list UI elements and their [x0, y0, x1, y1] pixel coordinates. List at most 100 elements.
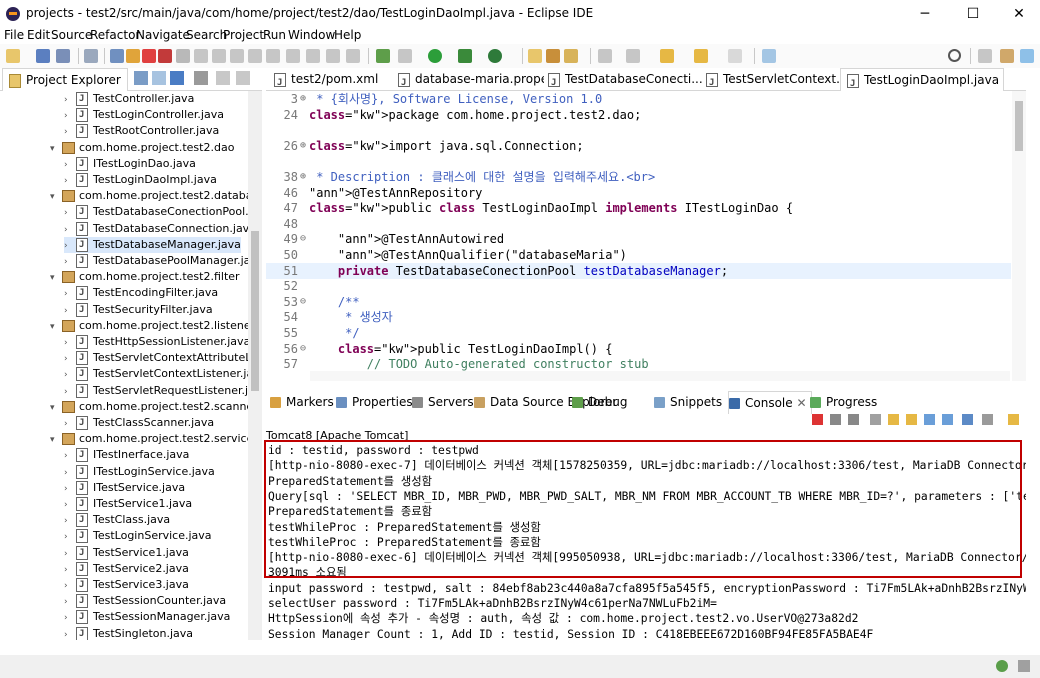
code-line[interactable]: 24 class="kw">package com.home.project.te… — [266, 107, 1011, 123]
menu-project[interactable]: Project — [223, 28, 264, 42]
expand-icon[interactable]: ▾ — [50, 319, 58, 335]
next-annotation-icon[interactable] — [598, 49, 612, 63]
tab-properties[interactable]: Properties — [336, 391, 413, 413]
new-window-icon[interactable] — [762, 49, 776, 63]
view-menu-icon[interactable] — [194, 71, 208, 85]
back-icon[interactable] — [694, 49, 708, 63]
pin-console-icon[interactable] — [962, 414, 973, 425]
expand-icon[interactable]: ▾ — [50, 141, 58, 157]
toggle-mark-icon[interactable] — [326, 49, 340, 63]
menu-help[interactable]: Help — [334, 28, 361, 42]
code-line[interactable]: 47 class="kw">public class TestLoginDaoIm… — [266, 200, 1011, 216]
skip-all-icon[interactable] — [398, 49, 412, 63]
minimize-view-icon[interactable] — [216, 71, 230, 85]
expand-icon[interactable]: ▾ — [50, 400, 58, 416]
tree-file[interactable]: › TestServletContextAttributeListe — [64, 350, 262, 366]
suspend-icon[interactable] — [142, 49, 156, 63]
fold-icon[interactable]: ⊖ — [300, 341, 306, 357]
expand-icon[interactable]: › — [64, 108, 72, 124]
skip-breakpoints-icon[interactable] — [110, 49, 124, 63]
open-resource-icon[interactable] — [546, 49, 560, 63]
forward-icon[interactable] — [728, 49, 742, 63]
status-icon[interactable] — [996, 660, 1008, 672]
tree-file[interactable]: › ITestService1.java — [64, 496, 192, 512]
show-console-stdout-icon[interactable] — [924, 414, 935, 425]
expand-icon[interactable]: › — [64, 384, 72, 400]
step-over-icon[interactable] — [212, 49, 226, 63]
clear-console-icon[interactable] — [870, 414, 881, 425]
code-line[interactable]: 38 ⊕ * Description : 클래스에 대한 설명을 입력해주세요.<… — [266, 169, 1011, 185]
expand-icon[interactable]: › — [64, 627, 72, 640]
code-line[interactable]: 55 */ — [266, 325, 1011, 341]
expand-icon[interactable]: › — [64, 351, 72, 367]
code-line[interactable]: 54 * 생성자 — [266, 309, 1011, 325]
editor-tab[interactable]: TestServletContext... — [700, 68, 844, 90]
tree-file[interactable]: › TestHttpSessionListener.java — [64, 334, 250, 350]
expand-icon[interactable]: › — [64, 238, 72, 254]
expand-icon[interactable]: › — [64, 124, 72, 140]
tree-file[interactable]: › TestClassScanner.java — [64, 415, 214, 431]
menu-window[interactable]: Window — [288, 28, 335, 42]
tree-package[interactable]: ▾ com.home.project.test2.service — [50, 431, 253, 447]
last-edit-icon[interactable] — [660, 49, 674, 63]
code-line[interactable]: 52 — [266, 278, 1011, 294]
show-console-stderr-icon[interactable] — [942, 414, 953, 425]
remove-launch-icon[interactable] — [830, 414, 841, 425]
expand-icon[interactable]: › — [64, 173, 72, 189]
show-whitespace-icon[interactable] — [346, 49, 360, 63]
tree-file[interactable]: › TestService3.java — [64, 577, 189, 593]
fold-icon[interactable]: ⊕ — [300, 169, 306, 185]
tab-project-explorer[interactable]: Project Explorer ✕ — [2, 68, 128, 91]
fold-icon[interactable]: ⊖ — [300, 294, 306, 310]
tree-file[interactable]: › TestController.java — [64, 91, 194, 107]
coverage-icon[interactable] — [458, 49, 472, 63]
expand-icon[interactable]: › — [64, 92, 72, 108]
use-step-filters-icon[interactable] — [266, 49, 280, 63]
previous-annotation-icon[interactable] — [626, 49, 640, 63]
minimize-button[interactable]: ─ — [902, 0, 948, 28]
tree-file[interactable]: › TestRootController.java — [64, 123, 219, 139]
display-console-icon[interactable] — [982, 414, 993, 425]
open-console-icon[interactable] — [1008, 414, 1019, 425]
expand-icon[interactable]: › — [64, 481, 72, 497]
tab-console[interactable]: Console ✕ — [728, 391, 812, 414]
tree-file[interactable]: › TestService2.java — [64, 561, 189, 577]
collapse-all-icon[interactable] — [134, 71, 148, 85]
menu-refactor[interactable]: Refactor — [90, 28, 140, 42]
tree-file[interactable]: › TestService1.java — [64, 545, 189, 561]
expand-icon[interactable]: › — [64, 497, 72, 513]
tree-file[interactable]: › TestSessionManager.java — [64, 609, 230, 625]
tree-file[interactable]: › TestDatabaseConectionPool.java — [64, 204, 262, 220]
fold-icon[interactable]: ⊕ — [300, 138, 306, 154]
tree-file[interactable]: › TestSecurityFilter.java — [64, 302, 213, 318]
tab-markers[interactable]: Markers — [270, 391, 334, 413]
tree-package[interactable]: ▾ com.home.project.test2.filter — [50, 269, 240, 285]
expand-icon[interactable]: › — [64, 448, 72, 464]
tree-file[interactable]: › ITestService.java — [64, 480, 185, 496]
save-all-icon[interactable] — [56, 49, 70, 63]
tree-file[interactable]: › TestServletContextListener.java — [64, 366, 262, 382]
step-into-icon[interactable] — [194, 49, 208, 63]
expand-icon[interactable]: › — [64, 513, 72, 529]
fold-icon[interactable]: ⊕ — [300, 91, 306, 107]
code-line[interactable]: 46 "ann">@TestAnnRepository — [266, 185, 1011, 201]
tree-file[interactable]: › TestServletRequestListener.java — [64, 383, 262, 399]
tab-snippets[interactable]: Snippets — [654, 391, 722, 413]
tree-file[interactable]: › ITestLoginService.java — [64, 464, 215, 480]
run-last-icon[interactable] — [286, 49, 300, 63]
tree-file[interactable]: › TestLoginController.java — [64, 107, 224, 123]
tree-file[interactable]: › TestLoginService.java — [64, 528, 212, 544]
editor-scroll-thumb[interactable] — [1015, 101, 1023, 151]
expand-icon[interactable]: › — [64, 254, 72, 270]
expand-icon[interactable]: › — [64, 594, 72, 610]
print-icon[interactable] — [84, 49, 98, 63]
tree-file[interactable]: › TestDatabaseManager.java — [64, 236, 241, 254]
expand-icon[interactable]: › — [64, 205, 72, 221]
drop-to-frame-icon[interactable] — [248, 49, 262, 63]
tree-package[interactable]: ▾ com.home.project.test2.database — [50, 188, 262, 204]
editor-tab[interactable]: database-maria.prope... — [392, 68, 544, 90]
expand-icon[interactable]: › — [64, 222, 72, 238]
menu-edit[interactable]: Edit — [27, 28, 50, 42]
expand-icon[interactable]: › — [64, 529, 72, 545]
code-line[interactable]: 3 ⊕ * {회사명}, Software License, Version 1.… — [266, 91, 1011, 107]
